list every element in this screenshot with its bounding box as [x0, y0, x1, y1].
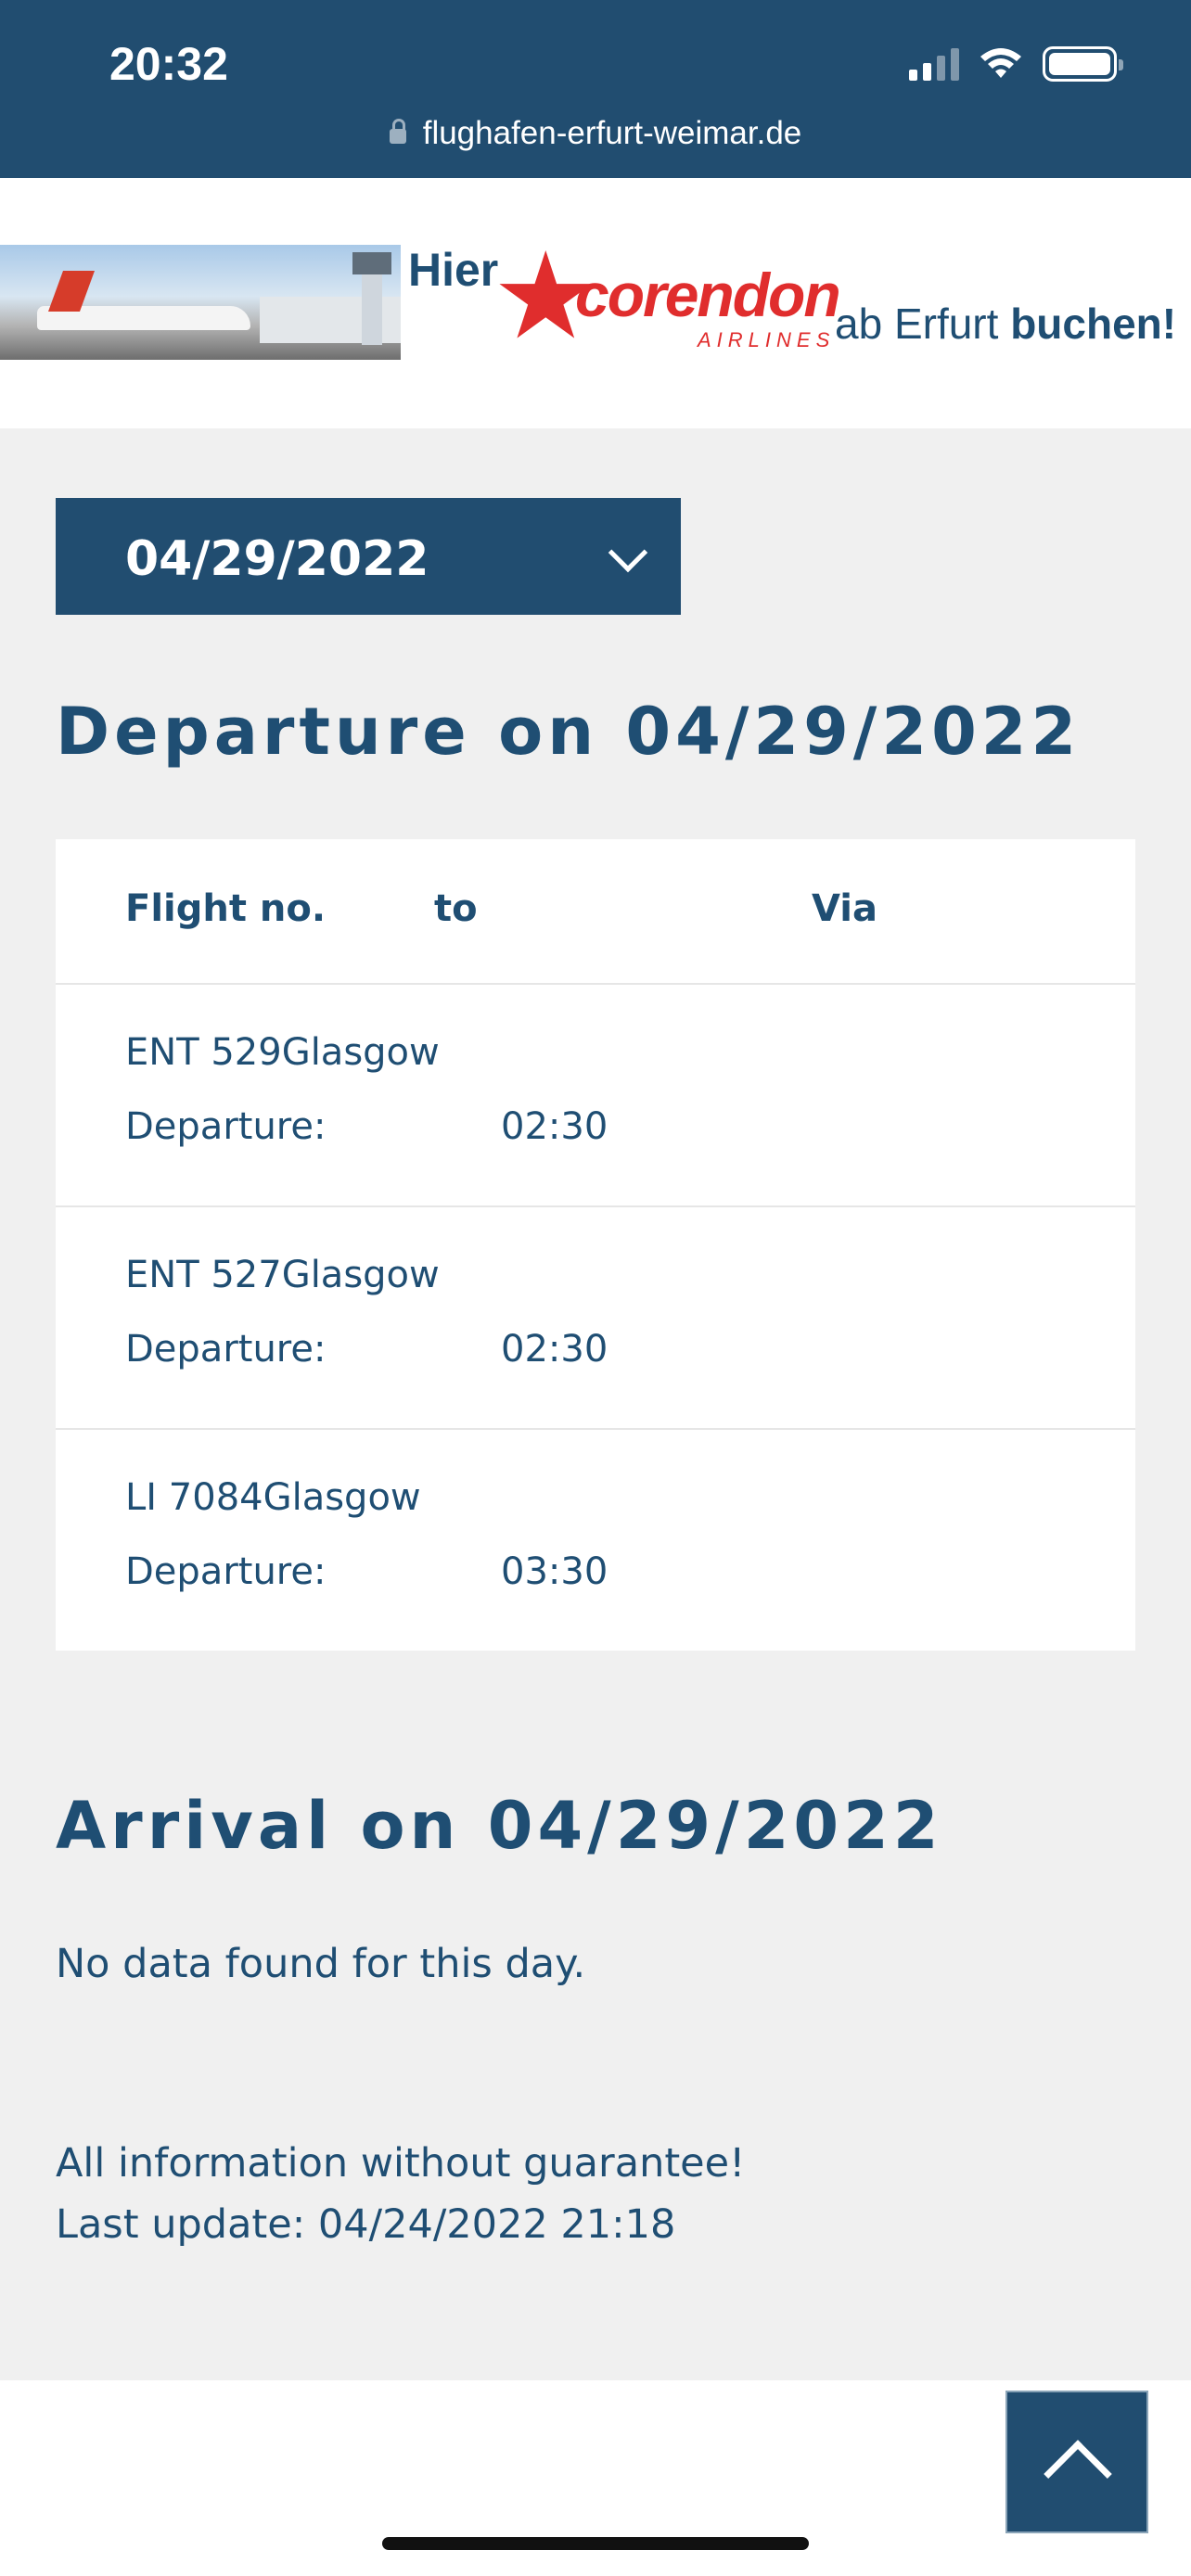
arrival-heading: Arrival on 04/29/2022	[56, 1788, 943, 1864]
no-data-message: No data found for this day.	[56, 1941, 586, 1987]
home-indicator[interactable]	[382, 2537, 809, 2550]
departure-label: Departure:	[125, 1550, 327, 1593]
departure-heading: Departure on 04/29/2022	[56, 694, 1082, 770]
col-flight-no: Flight no.	[125, 887, 327, 930]
banner-photo	[0, 245, 401, 360]
table-row[interactable]: ENT 529Glasgow Departure: 02:30	[56, 985, 1135, 1207]
flight-number: ENT 529Glasgow	[125, 1031, 440, 1074]
date-select-value: 04/29/2022	[125, 531, 429, 587]
last-update: Last update: 04/24/2022 21:18	[56, 2201, 676, 2248]
banner-brand: corendon	[575, 261, 841, 329]
banner-tagline: ab Erfurt buchen!	[835, 300, 1177, 348]
flight-number: LI 7084Glasgow	[125, 1476, 421, 1519]
banner-text: Hier ★ corendon AIRLINES ab Erfurt buche…	[408, 236, 1187, 373]
departure-time: 03:30	[501, 1550, 608, 1593]
departure-time: 02:30	[501, 1328, 608, 1371]
col-via: Via	[812, 887, 877, 930]
table-row[interactable]: ENT 527Glasgow Departure: 02:30	[56, 1207, 1135, 1430]
chevron-up-icon	[1044, 2440, 1112, 2508]
departures-table: Flight no. to Via ENT 529Glasgow Departu…	[56, 839, 1135, 1651]
date-select[interactable]: 04/29/2022	[56, 498, 681, 615]
flight-number: ENT 527Glasgow	[125, 1254, 440, 1296]
departure-label: Departure:	[125, 1105, 327, 1148]
banner-airlines: AIRLINES	[698, 328, 836, 351]
battery-icon	[1043, 46, 1123, 82]
scroll-to-top-button[interactable]	[1005, 2391, 1148, 2533]
departure-label: Departure:	[125, 1328, 327, 1371]
departure-time: 02:30	[501, 1105, 608, 1148]
address-bar[interactable]: flughafen-erfurt-weimar.de	[0, 115, 1191, 152]
banner-hier: Hier	[408, 244, 499, 296]
ad-banner[interactable]: Hier ★ corendon AIRLINES ab Erfurt buche…	[0, 178, 1191, 428]
table-row[interactable]: LI 7084Glasgow Departure: 03:30	[56, 1430, 1135, 1652]
clock: 20:32	[109, 38, 228, 90]
cellular-signal-icon	[909, 47, 959, 81]
chevron-down-icon	[608, 532, 648, 573]
col-to: to	[434, 887, 478, 930]
table-header: Flight no. to Via	[56, 839, 1135, 985]
wifi-icon	[980, 48, 1021, 78]
status-icons	[909, 46, 1123, 82]
lock-icon	[389, 119, 406, 144]
status-bar: 20:32 flughafen-erfurt-weimar.de	[0, 0, 1191, 178]
disclaimer: All information without guarantee!	[56, 2140, 746, 2187]
url-text: flughafen-erfurt-weimar.de	[422, 115, 802, 151]
